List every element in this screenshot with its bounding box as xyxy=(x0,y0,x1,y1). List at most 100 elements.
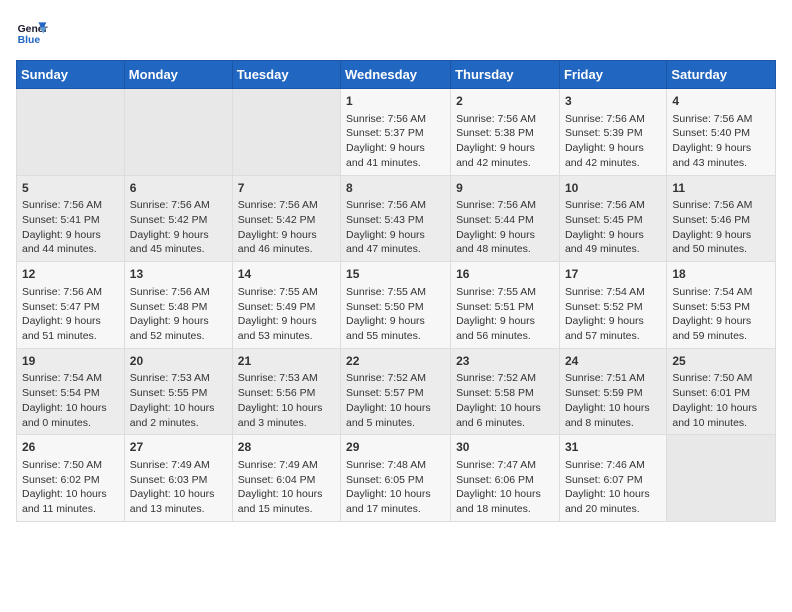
cell-content: and 55 minutes. xyxy=(346,329,445,344)
cell-content: Daylight: 9 hours xyxy=(346,314,445,329)
cell-content: Sunset: 5:58 PM xyxy=(456,386,554,401)
calendar-cell: 19Sunrise: 7:54 AMSunset: 5:54 PMDayligh… xyxy=(17,348,125,435)
calendar-cell: 3Sunrise: 7:56 AMSunset: 5:39 PMDaylight… xyxy=(559,89,666,176)
cell-content: Sunset: 5:37 PM xyxy=(346,126,445,141)
cell-content: Sunset: 5:49 PM xyxy=(238,300,335,315)
cell-content: Sunrise: 7:56 AM xyxy=(238,198,335,213)
cell-content: Daylight: 10 hours xyxy=(565,487,661,502)
cell-content: and 2 minutes. xyxy=(130,416,227,431)
cell-content: Sunset: 5:56 PM xyxy=(238,386,335,401)
calendar-week-row: 26 Sunrise: 7:50 AMSunset: 6:02 PM Dayligh… xyxy=(17,435,776,522)
calendar-cell xyxy=(124,89,232,176)
calendar-cell: 25Sunrise: 7:50 AMSunset: 6:01 PMDayligh… xyxy=(667,348,776,435)
cell-content: and 44 minutes. xyxy=(22,242,119,257)
cell-content: and 53 minutes. xyxy=(238,329,335,344)
cell-content: Daylight: 9 hours xyxy=(456,314,554,329)
day-number: 29 xyxy=(346,439,445,456)
calendar-cell: 1 Sunrise: 7:56 AMSunset: 5:37 PMDaylight… xyxy=(341,89,451,176)
cell-content: Sunset: 5:54 PM xyxy=(22,386,119,401)
day-number: 2 xyxy=(456,93,554,110)
cell-content: Daylight: 9 hours xyxy=(672,228,770,243)
cell-content: Sunrise: 7:55 AM xyxy=(238,285,335,300)
cell-content: and 20 minutes. xyxy=(565,502,661,517)
cell-content: Daylight: 9 hours xyxy=(346,141,445,156)
cell-content: and 57 minutes. xyxy=(565,329,661,344)
cell-content: Sunrise: 7:56 AM xyxy=(672,112,770,127)
cell-content: Sunset: 6:01 PM xyxy=(672,386,770,401)
cell-content: Daylight: 9 hours xyxy=(672,141,770,156)
cell-content: and 49 minutes. xyxy=(565,242,661,257)
calendar-cell: 11Sunrise: 7:56 AMSunset: 5:46 PMDayligh… xyxy=(667,175,776,262)
calendar-week-row: 1Sunrise: 7:56 AMSunset: 5:37 PMDaylight… xyxy=(17,89,776,176)
day-number: 14 xyxy=(238,266,335,283)
cell-content: Sunset: 5:48 PM xyxy=(130,300,227,315)
cell-content: Sunset: 6:03 PM xyxy=(130,473,227,488)
cell-content: Sunrise: 7:56 AM xyxy=(130,285,227,300)
day-number: 11 xyxy=(672,180,770,197)
cell-content: and 46 minutes. xyxy=(238,242,335,257)
logo: General Blue xyxy=(16,16,52,48)
calendar-cell: 4 Sunrise: 7:56 AMSunset: 5:40 PMDaylight… xyxy=(667,89,776,176)
day-number: 28 xyxy=(238,439,335,456)
cell-content: Sunset: 6:02 PM xyxy=(22,473,119,488)
cell-content: Sunrise: 7:53 AM xyxy=(238,371,335,386)
cell-content: and 18 minutes. xyxy=(456,502,554,517)
day-number: 1 xyxy=(346,93,445,110)
cell-content: Sunset: 5:47 PM xyxy=(22,300,119,315)
calendar-week-row: 19Sunrise: 7:54 AMSunset: 5:54 PMDayligh… xyxy=(17,348,776,435)
cell-content: Sunrise: 7:54 AM xyxy=(565,285,661,300)
cell-content: Sunset: 5:43 PM xyxy=(346,213,445,228)
day-number: 4 xyxy=(672,93,770,110)
day-number: 26 xyxy=(22,439,119,456)
cell-content: Sunset: 5:53 PM xyxy=(672,300,770,315)
calendar-cell: 5Sunrise: 7:56 AMSunset: 5:41 PMDaylight… xyxy=(17,175,125,262)
cell-content: and 45 minutes. xyxy=(130,242,227,257)
calendar-week-row: 5 Sunrise: 7:56 AM Sunset: 5:41 PM Daylight… xyxy=(17,175,776,262)
cell-content: and 0 minutes. xyxy=(22,416,119,431)
cell-content: Daylight: 9 hours xyxy=(565,228,661,243)
cell-content: and 10 minutes. xyxy=(672,416,770,431)
cell-content: Sunset: 6:07 PM xyxy=(565,473,661,488)
cell-content: Sunrise: 7:56 AM xyxy=(22,285,119,300)
cell-content: Sunset: 5:40 PM xyxy=(672,126,770,141)
calendar-cell: 6Sunrise: 7:56 AMSunset: 5:42 PMDaylight… xyxy=(124,175,232,262)
cell-content: Sunset: 5:50 PM xyxy=(346,300,445,315)
calendar-cell: 20Sunrise: 7:53 AMSunset: 5:55 PMDayligh… xyxy=(124,348,232,435)
cell-content: Sunrise: 7:52 AM xyxy=(346,371,445,386)
cell-content: Sunset: 5:38 PM xyxy=(456,126,554,141)
page-header: General Blue xyxy=(16,16,776,48)
cell-content: Sunrise: 7:56 AM xyxy=(346,198,445,213)
cell-content: and 56 minutes. xyxy=(456,329,554,344)
calendar-cell: 26Sunrise: 7:50 AMSunset: 6:02 PMDayligh… xyxy=(17,435,125,522)
day-number: 20 xyxy=(130,353,227,370)
cell-content: Daylight: 9 hours xyxy=(238,314,335,329)
day-number: 18 xyxy=(672,266,770,283)
cell-content: Sunrise: 7:49 AM xyxy=(238,458,335,473)
day-header-tuesday: Tuesday xyxy=(232,61,340,89)
cell-content: Sunrise: 7:50 AM xyxy=(22,458,119,473)
cell-content: Sunset: 6:06 PM xyxy=(456,473,554,488)
cell-content: and 48 minutes. xyxy=(456,242,554,257)
cell-content: Sunset: 5:51 PM xyxy=(456,300,554,315)
cell-content: and 15 minutes. xyxy=(238,502,335,517)
cell-content: and 13 minutes. xyxy=(130,502,227,517)
cell-content: and 47 minutes. xyxy=(346,242,445,257)
calendar-cell: 14 Sunrise: 7:55 AMSunset: 5:49 PMDayligh… xyxy=(232,262,340,349)
cell-content: Sunset: 5:41 PM xyxy=(22,213,119,228)
cell-content: Sunset: 5:57 PM xyxy=(346,386,445,401)
cell-content: Sunrise: 7:54 AM xyxy=(672,285,770,300)
cell-content: Sunrise: 7:47 AM xyxy=(456,458,554,473)
day-number: 21 xyxy=(238,353,335,370)
cell-content: Daylight: 9 hours xyxy=(456,228,554,243)
day-number: 5 xyxy=(22,180,119,197)
cell-content: Sunrise: 7:56 AM xyxy=(565,112,661,127)
cell-content: and 11 minutes. xyxy=(22,502,119,517)
cell-content: Sunset: 5:45 PM xyxy=(565,213,661,228)
cell-content: Daylight: 10 hours xyxy=(346,401,445,416)
cell-content: Daylight: 10 hours xyxy=(456,487,554,502)
cell-content: Sunrise: 7:56 AM xyxy=(346,112,445,127)
calendar-table: SundayMondayTuesdayWednesdayThursdayFrid… xyxy=(16,60,776,522)
cell-content: and 5 minutes. xyxy=(346,416,445,431)
calendar-week-row: 12Sunrise: 7:56 AMSunset: 5:47 PMDayligh… xyxy=(17,262,776,349)
cell-content: Sunrise: 7:56 AM xyxy=(565,198,661,213)
